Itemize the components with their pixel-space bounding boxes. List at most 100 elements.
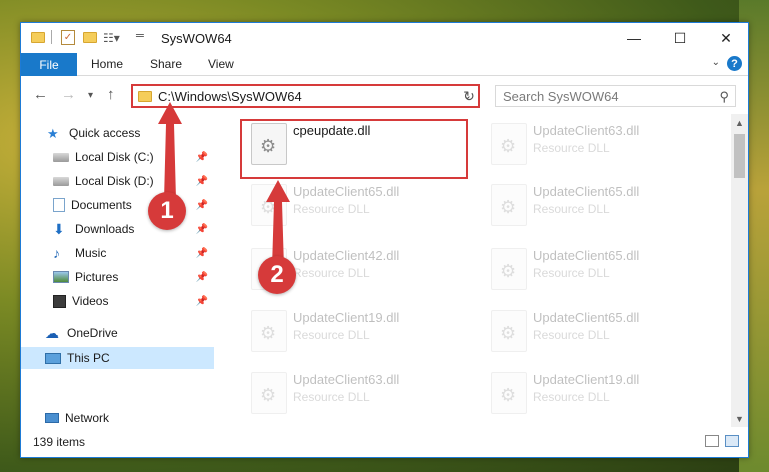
- tab-view[interactable]: View: [208, 57, 234, 71]
- gear-icon: ⚙: [260, 385, 277, 405]
- file-name: UpdateClient65.dll: [533, 184, 640, 199]
- refresh-icon[interactable]: ↻: [458, 84, 480, 108]
- close-button[interactable]: ✕: [703, 23, 749, 53]
- dll-file-icon: ⚙: [491, 372, 527, 414]
- gear-icon: ⚙: [500, 197, 517, 217]
- sidebar-item-music[interactable]: ♪ Music 📌: [21, 242, 214, 264]
- file-item[interactable]: ⚙ UpdateClient65.dll Resource DLL: [481, 178, 711, 232]
- tab-home[interactable]: Home: [91, 57, 123, 71]
- file-item[interactable]: ⚙ UpdateClient19.dll Resource DLL: [241, 304, 471, 358]
- sidebar-item-label: Pictures: [75, 270, 119, 284]
- pin-icon[interactable]: 📌: [196, 272, 208, 283]
- file-type: Resource DLL: [293, 390, 370, 404]
- forward-arrow-icon[interactable]: →: [61, 86, 76, 103]
- file-type: Resource DLL: [533, 390, 610, 404]
- file-type: Resource DLL: [533, 141, 610, 155]
- window-title: SysWOW64: [161, 31, 232, 46]
- gear-icon: ⚙: [260, 323, 277, 343]
- scroll-up-icon[interactable]: ▲: [731, 114, 748, 131]
- dll-file-icon: ⚙: [251, 310, 287, 352]
- search-icon[interactable]: ⚲: [719, 89, 729, 105]
- vertical-scrollbar[interactable]: ▲ ▼: [731, 114, 748, 427]
- maximize-button[interactable]: ☐: [657, 23, 703, 53]
- videos-icon: [53, 294, 66, 308]
- scroll-thumb[interactable]: [734, 134, 745, 178]
- divider: [51, 30, 52, 44]
- sidebar-item-this-pc[interactable]: This PC: [21, 347, 214, 369]
- documents-icon: [53, 198, 65, 212]
- file-type: Resource DLL: [533, 328, 610, 342]
- dll-file-icon: ⚙: [491, 248, 527, 290]
- sidebar-item-label: This PC: [67, 351, 110, 365]
- file-name: UpdateClient65.dll: [533, 248, 640, 263]
- file-name: UpdateClient19.dll: [293, 310, 400, 325]
- computer-icon: [45, 352, 61, 364]
- sidebar-item-downloads[interactable]: ⬇ Downloads 📌: [21, 218, 214, 240]
- details-view-icon[interactable]: [705, 435, 719, 447]
- expand-ribbon-icon[interactable]: ⌄: [712, 57, 720, 68]
- large-icons-view-icon[interactable]: [725, 435, 739, 447]
- pin-icon[interactable]: 📌: [196, 296, 208, 307]
- item-count: 139 items: [33, 435, 86, 449]
- tab-file[interactable]: File: [21, 53, 77, 76]
- file-type: Resource DLL: [293, 328, 370, 342]
- dll-file-icon: ⚙: [491, 310, 527, 352]
- drive-icon: [53, 176, 69, 186]
- properties-icon[interactable]: ✓: [61, 30, 75, 45]
- step-badge-1: 1: [148, 192, 186, 230]
- tab-share[interactable]: Share: [150, 57, 182, 71]
- network-icon: [45, 413, 59, 423]
- sidebar-item-label: OneDrive: [67, 326, 118, 340]
- sidebar-item-onedrive[interactable]: ☁ OneDrive: [21, 322, 214, 344]
- file-item[interactable]: ⚙ UpdateClient19.dll Resource DLL: [481, 366, 711, 420]
- gear-icon: ⚙: [500, 136, 517, 156]
- explorer-window: ✓ ☷▾ ═ SysWOW64 — ☐ ✕ File Home Share Vi…: [20, 22, 749, 458]
- file-name: UpdateClient63.dll: [293, 372, 400, 387]
- qa-dropdown-icon[interactable]: ═: [136, 30, 144, 42]
- cloud-icon: ☁: [45, 325, 59, 341]
- gear-icon: ⚙: [500, 323, 517, 343]
- file-name: UpdateClient42.dll: [293, 248, 400, 263]
- dll-file-icon: ⚙: [491, 184, 527, 226]
- back-arrow-icon[interactable]: ←: [33, 86, 48, 103]
- sidebar-item-videos[interactable]: Videos 📌: [21, 290, 214, 312]
- new-folder-icon[interactable]: [83, 32, 97, 43]
- title-bar: ✓ ☷▾ ═ SysWOW64 — ☐ ✕: [21, 23, 748, 53]
- gear-icon: ⚙: [500, 261, 517, 281]
- sidebar-item-label: Quick access: [69, 126, 141, 140]
- minimize-button[interactable]: —: [611, 23, 657, 53]
- file-item[interactable]: ⚙ UpdateClient63.dll Resource DLL: [241, 366, 471, 420]
- file-item[interactable]: ⚙ UpdateClient63.dll Resource DLL: [481, 117, 711, 171]
- file-type: Resource DLL: [533, 202, 610, 216]
- file-item[interactable]: ⚙ UpdateClient65.dll Resource DLL: [481, 242, 711, 296]
- ribbon-tabs: File Home Share View ⌄ ?: [21, 53, 748, 76]
- help-icon[interactable]: ?: [727, 56, 742, 71]
- file-name: UpdateClient19.dll: [533, 372, 640, 387]
- file-item[interactable]: ⚙ UpdateClient65.dll Resource DLL: [481, 304, 711, 358]
- file-name: UpdateClient65.dll: [533, 310, 640, 325]
- pictures-icon: [53, 271, 69, 283]
- pin-icon[interactable]: 📌: [196, 248, 208, 259]
- star-icon: ★: [47, 126, 59, 141]
- customize-qa-icon[interactable]: ☷▾: [103, 31, 120, 45]
- drive-icon: [53, 152, 69, 162]
- sidebar-item-label: Music: [75, 246, 107, 260]
- pin-icon[interactable]: 📌: [196, 224, 208, 235]
- sidebar-item-pictures[interactable]: Pictures 📌: [21, 266, 214, 288]
- file-name: UpdateClient63.dll: [533, 123, 640, 138]
- folder-icon: [31, 32, 45, 43]
- sidebar-item-label: Documents: [71, 198, 132, 212]
- status-bar: 139 items: [21, 425, 748, 457]
- sidebar-item-label: Network: [65, 411, 110, 425]
- file-type: Resource DLL: [533, 266, 610, 280]
- search-input[interactable]: Search SysWOW64 ⚲: [495, 85, 736, 107]
- step-badge-2: 2: [258, 256, 296, 294]
- music-icon: ♪: [53, 245, 60, 261]
- up-arrow-icon[interactable]: ↑: [107, 86, 115, 103]
- recent-locations-icon[interactable]: ▾: [88, 90, 93, 101]
- navigation-bar: ← → ▾ ↑ C:\Windows\SysWOW64 ⌄ ↻ Search S…: [21, 76, 748, 114]
- gear-icon: ⚙: [500, 385, 517, 405]
- file-highlight-box: [240, 119, 468, 179]
- dll-file-icon: ⚙: [251, 372, 287, 414]
- dll-file-icon: ⚙: [491, 123, 527, 165]
